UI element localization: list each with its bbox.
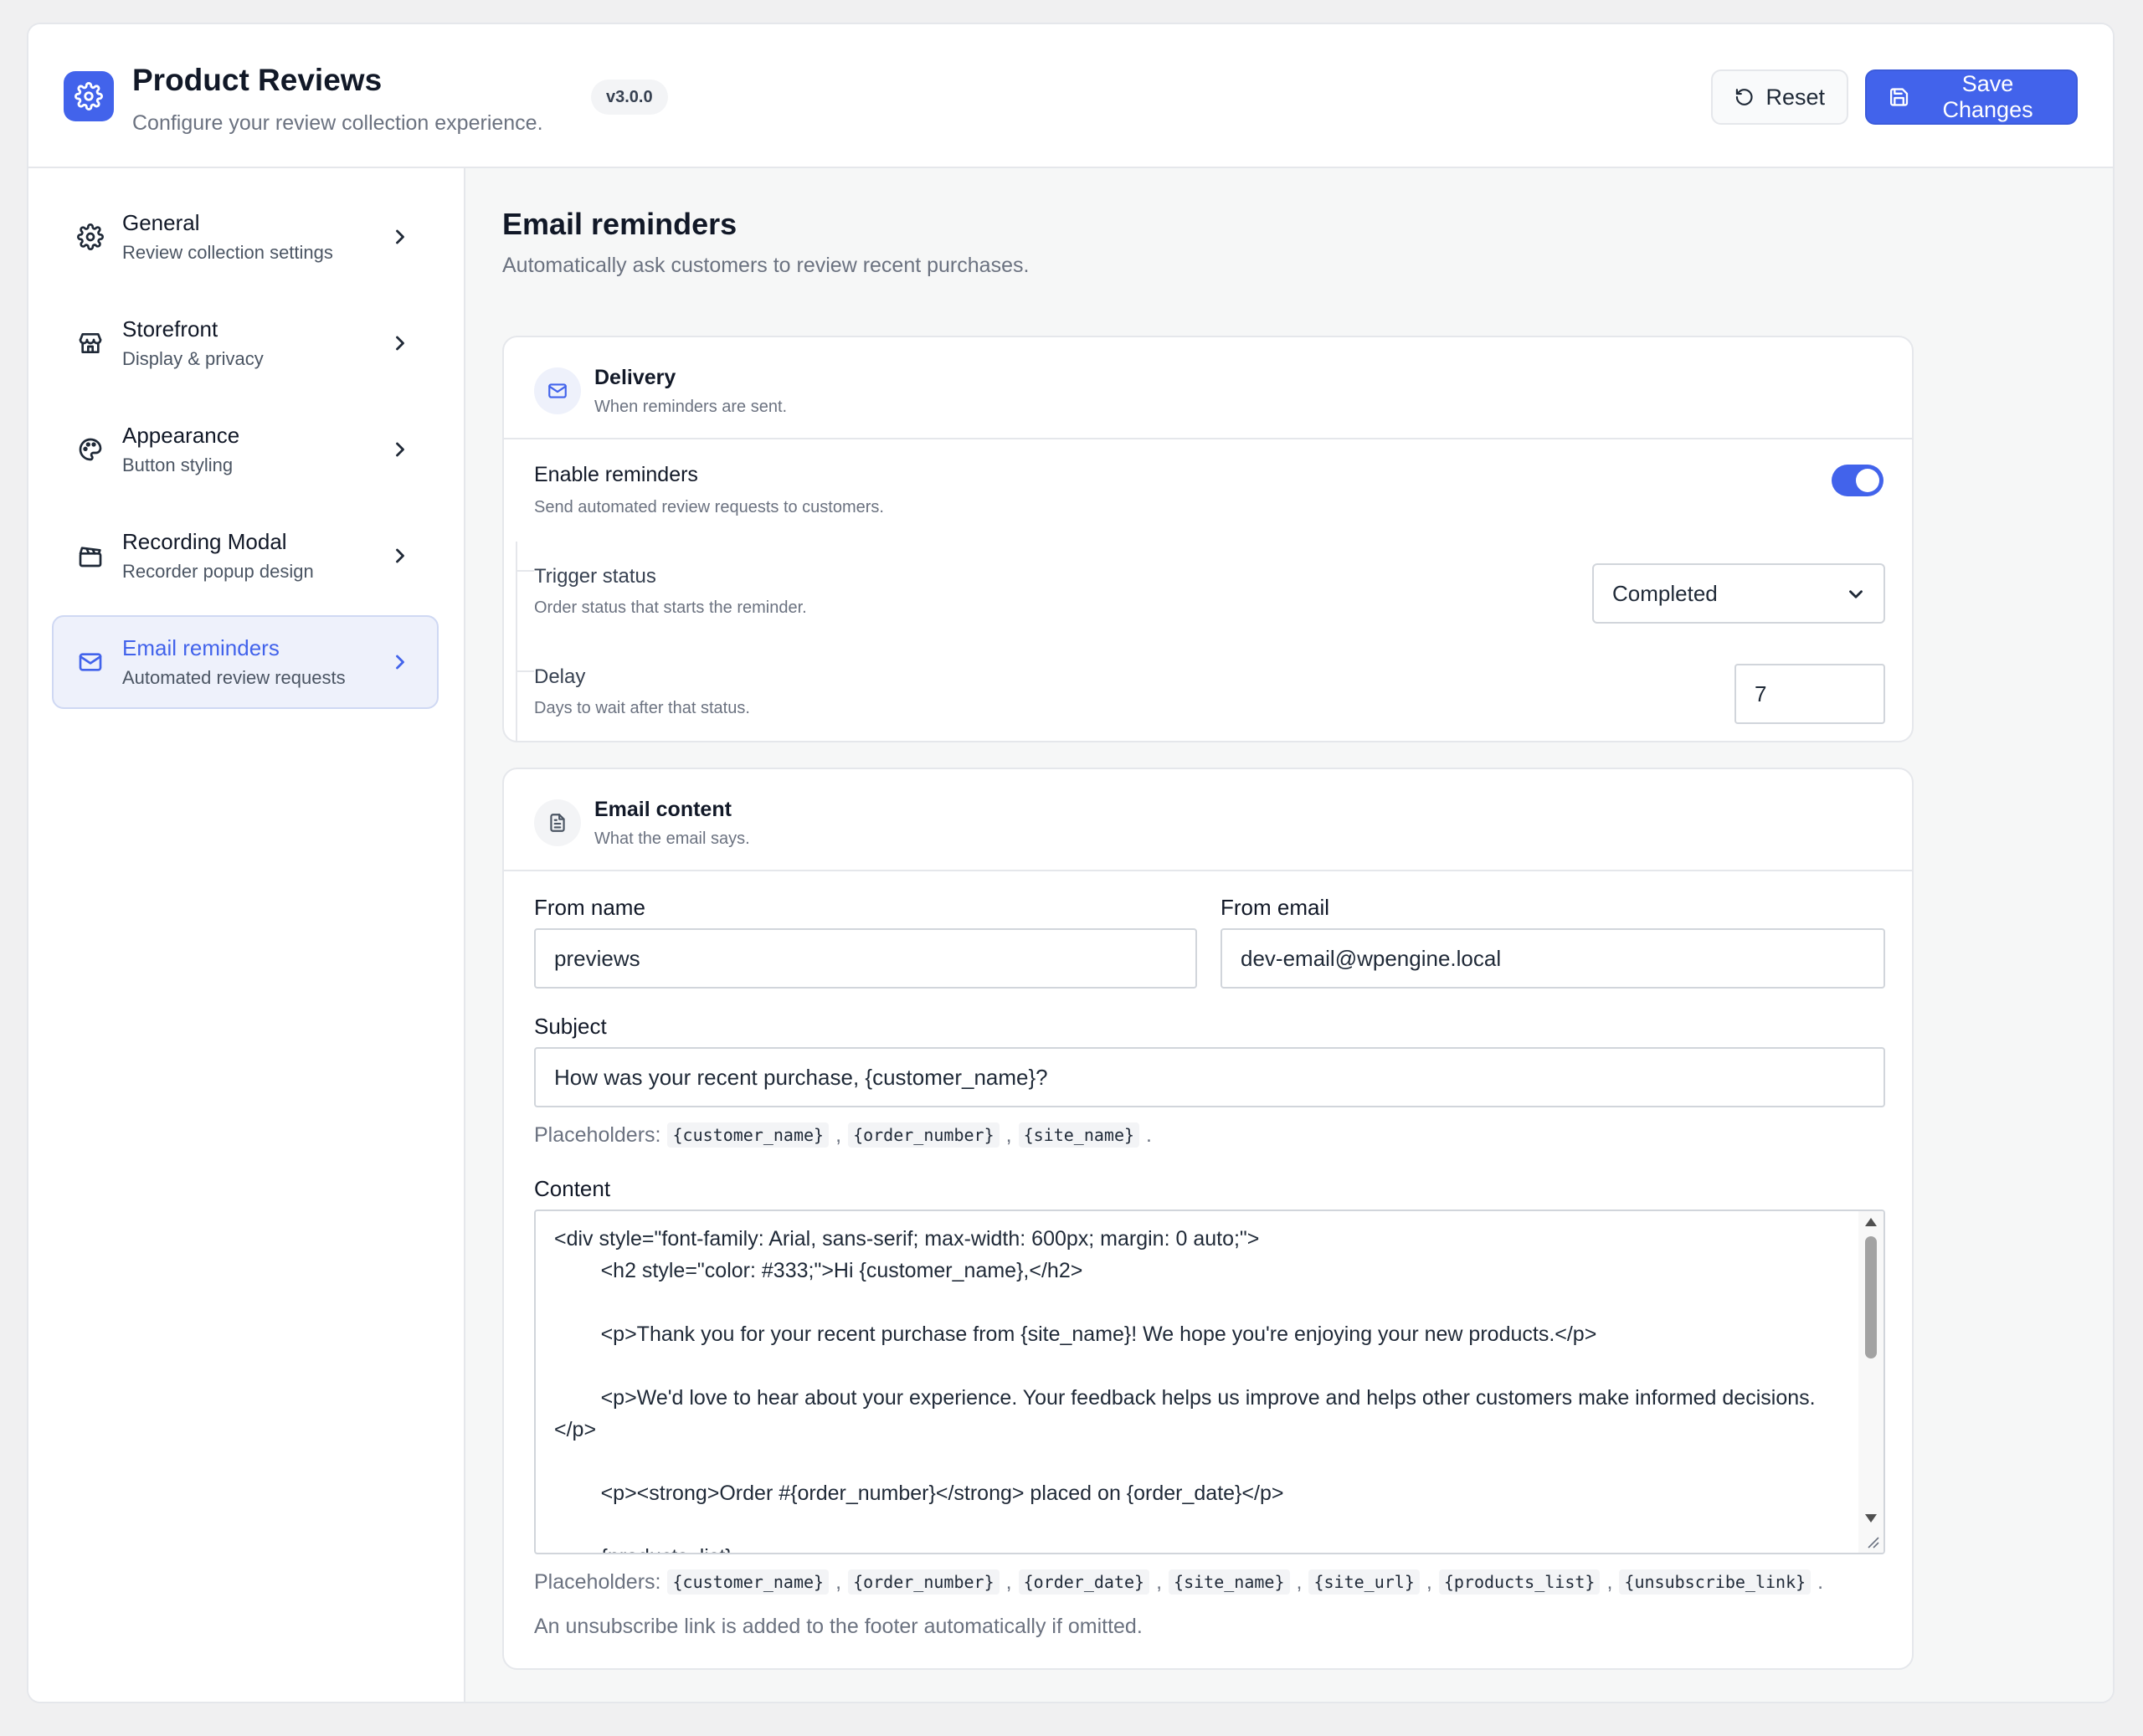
placeholders-label: Placeholders: bbox=[534, 1122, 661, 1147]
sidebar-item-desc: Button styling bbox=[122, 455, 234, 475]
reset-button[interactable]: Reset bbox=[1711, 69, 1848, 125]
sidebar-item-recording-modal[interactable]: Recording Modal Recorder popup design bbox=[52, 509, 439, 603]
settings-app: Product Reviews Configure your review co… bbox=[27, 23, 2115, 1703]
content-textarea[interactable]: <div style="font-family: Arial, sans-ser… bbox=[534, 1210, 1885, 1554]
content-label: Content bbox=[534, 1176, 611, 1201]
gear-icon bbox=[64, 71, 114, 121]
mail-icon bbox=[534, 367, 581, 414]
reset-icon bbox=[1735, 89, 1753, 105]
chevron-right-icon bbox=[396, 655, 404, 670]
sidebar-item-label: Email reminders bbox=[122, 635, 280, 660]
placeholder-code: {site_name} bbox=[1169, 1569, 1290, 1595]
chevron-right-icon bbox=[396, 229, 404, 244]
unsubscribe-note: An unsubscribe link is added to the foot… bbox=[534, 1615, 1143, 1638]
trigger-status-value: Completed bbox=[1612, 580, 1718, 606]
reset-button-label: Reset bbox=[1765, 84, 1825, 110]
card-title: Delivery bbox=[594, 366, 676, 389]
delivery-card: Delivery When reminders are sent. Enable… bbox=[502, 336, 1914, 742]
from-email-input[interactable]: dev-email@wpengine.local bbox=[1221, 928, 1885, 989]
sidebar-item-desc: Recorder popup design bbox=[122, 561, 314, 582]
subject-label: Subject bbox=[534, 1014, 607, 1039]
placeholder-code: {customer_name} bbox=[667, 1569, 830, 1595]
resize-handle-icon[interactable] bbox=[1863, 1533, 1880, 1549]
page-subtitle: Configure your review collection experie… bbox=[132, 111, 543, 135]
placeholder-code: {unsubscribe_link} bbox=[1619, 1569, 1812, 1595]
tree-connector bbox=[516, 542, 517, 742]
main-content: Email reminders Automatically ask custom… bbox=[465, 168, 2113, 1702]
placeholder-code: {products_list} bbox=[1438, 1569, 1601, 1595]
email-content-card: Email content What the email says. From … bbox=[502, 768, 1914, 1670]
from-email-value: dev-email@wpengine.local bbox=[1241, 945, 1502, 971]
document-icon bbox=[534, 799, 581, 846]
trigger-status-desc: Order status that starts the reminder. bbox=[534, 598, 807, 617]
tree-branch bbox=[516, 570, 534, 572]
sidebar-item-storefront[interactable]: Storefront Display & privacy bbox=[52, 296, 439, 390]
chevron-right-icon bbox=[396, 548, 404, 563]
trigger-status-select[interactable]: Completed bbox=[1592, 563, 1885, 624]
app-header: Product Reviews Configure your review co… bbox=[28, 24, 2113, 168]
delay-value: 7 bbox=[1755, 681, 1767, 706]
chevron-right-icon bbox=[396, 442, 404, 457]
save-icon bbox=[1889, 88, 1909, 106]
sidebar: General Review collection settings Store… bbox=[28, 168, 465, 1702]
subject-input[interactable]: How was your recent purchase, {customer_… bbox=[534, 1047, 1885, 1107]
tree-branch bbox=[516, 670, 534, 672]
store-icon bbox=[79, 333, 102, 353]
mail-icon bbox=[79, 653, 102, 671]
subject-value: How was your recent purchase, {customer_… bbox=[554, 1064, 1048, 1090]
from-name-label: From name bbox=[534, 895, 645, 920]
scrollbar[interactable] bbox=[1858, 1211, 1883, 1553]
version-badge: v3.0.0 bbox=[591, 80, 668, 115]
placeholder-code: {order_number} bbox=[848, 1122, 1000, 1148]
from-email-label: From email bbox=[1221, 895, 1330, 920]
enable-reminders-desc: Send automated review requests to custom… bbox=[534, 498, 884, 516]
section-description: Automatically ask customers to review re… bbox=[502, 254, 1030, 277]
save-button[interactable]: Save Changes bbox=[1865, 69, 2078, 125]
clapperboard-icon bbox=[79, 547, 102, 568]
sidebar-item-desc: Review collection settings bbox=[122, 242, 333, 263]
placeholder-code: {order_date} bbox=[1018, 1569, 1150, 1595]
save-button-label: Save Changes bbox=[1942, 71, 2033, 122]
subject-placeholders: Placeholders: {customer_name}, {order_nu… bbox=[534, 1122, 1152, 1148]
card-subtitle: When reminders are sent. bbox=[594, 398, 788, 416]
sidebar-item-appearance[interactable]: Appearance Button styling bbox=[52, 403, 439, 496]
chevron-down-icon bbox=[1849, 590, 1863, 598]
trigger-status-label: Trigger status bbox=[534, 565, 656, 588]
enable-reminders-toggle[interactable] bbox=[1832, 465, 1883, 496]
sidebar-item-email-reminders[interactable]: Email reminders Automated review request… bbox=[52, 615, 439, 709]
scroll-down-arrow-icon[interactable] bbox=[1865, 1514, 1877, 1523]
page-title: Product Reviews bbox=[132, 63, 383, 97]
from-name-input[interactable]: previews bbox=[534, 928, 1197, 989]
gear-icon bbox=[77, 223, 104, 250]
sidebar-item-label: General bbox=[122, 210, 200, 235]
delay-desc: Days to wait after that status. bbox=[534, 699, 750, 717]
sidebar-item-label: Appearance bbox=[122, 423, 240, 448]
card-header: Email content What the email says. bbox=[504, 769, 1912, 871]
card-header: Delivery When reminders are sent. bbox=[504, 337, 1912, 439]
content-placeholders: Placeholders: {customer_name}, {order_nu… bbox=[534, 1569, 1824, 1595]
placeholder-code: {order_number} bbox=[848, 1569, 1000, 1595]
placeholder-code: {site_url} bbox=[1308, 1569, 1420, 1595]
placeholder-code: {site_name} bbox=[1018, 1122, 1140, 1148]
content-value: <div style="font-family: Arial, sans-ser… bbox=[554, 1227, 1816, 1553]
chevron-right-icon bbox=[396, 336, 404, 351]
sidebar-item-label: Storefront bbox=[122, 316, 218, 342]
delay-input[interactable]: 7 bbox=[1734, 664, 1885, 724]
card-subtitle: What the email says. bbox=[594, 829, 750, 848]
delay-label: Delay bbox=[534, 665, 586, 688]
sidebar-item-label: Recording Modal bbox=[122, 529, 287, 554]
scrollbar-thumb[interactable] bbox=[1865, 1236, 1877, 1358]
sidebar-item-desc: Display & privacy bbox=[122, 348, 264, 369]
card-title: Email content bbox=[594, 798, 732, 821]
sidebar-item-desc: Automated review requests bbox=[122, 667, 346, 688]
scroll-up-arrow-icon[interactable] bbox=[1865, 1218, 1877, 1226]
enable-reminders-label: Enable reminders bbox=[534, 463, 698, 486]
from-name-value: previews bbox=[554, 945, 640, 971]
section-title: Email reminders bbox=[502, 207, 737, 241]
sidebar-item-general[interactable]: General Review collection settings bbox=[52, 190, 439, 284]
palette-icon bbox=[79, 438, 102, 461]
placeholders-label: Placeholders: bbox=[534, 1569, 661, 1594]
placeholder-code: {customer_name} bbox=[667, 1122, 830, 1148]
